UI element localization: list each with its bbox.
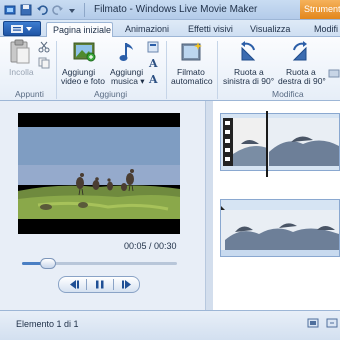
music-note-icon [119, 43, 133, 61]
ribbon-separator [56, 41, 57, 99]
next-frame-icon[interactable] [114, 278, 140, 291]
rotate-right-label-line2: destra di 90° [278, 76, 326, 86]
ribbon-tab-row: Pagina iniziale Animazioni Effetti visiv… [0, 20, 340, 37]
tab-video-tools[interactable]: Strumenti video [300, 0, 340, 19]
video-clip[interactable] [220, 199, 340, 257]
copy-icon[interactable] [38, 57, 50, 69]
storyboard [213, 101, 340, 310]
zoom-icon[interactable] [326, 317, 338, 329]
credits-text-icon[interactable]: A [147, 73, 159, 85]
tab-edit[interactable]: Modifi [314, 22, 338, 37]
save-icon[interactable] [20, 4, 32, 16]
remove-icon[interactable] [328, 67, 340, 79]
add-video-label-line2: video e foto [61, 76, 105, 86]
app-icon [4, 5, 16, 15]
group-label-edit: Modifica [272, 89, 304, 99]
paste-icon [10, 39, 30, 64]
storyboard-view-icon[interactable] [307, 317, 319, 329]
video-clip-thumbnails [221, 114, 339, 170]
ribbon-separator [166, 41, 167, 99]
tab-home[interactable]: Pagina iniziale [46, 22, 113, 37]
automovie-icon [181, 42, 202, 61]
paste-label: Incolla [9, 67, 34, 77]
status-bar: Elemento 1 di 1 [0, 310, 340, 340]
ribbon: Incolla Appunti Aggiungi video e foto Ag… [0, 37, 340, 101]
previous-frame-icon[interactable] [61, 278, 87, 291]
file-menu-icon [11, 25, 32, 33]
window-title: Filmato - Windows Live Movie Maker [94, 4, 258, 15]
status-item-count: Elemento 1 di 1 [16, 319, 79, 329]
svg-text:A: A [148, 73, 158, 85]
undo-icon[interactable] [36, 4, 48, 16]
seek-thumb[interactable] [40, 258, 57, 269]
preview-pane: 00:05 / 00:30 [0, 101, 205, 310]
automovie-label-line2: automatico [171, 76, 213, 86]
workspace: 00:05 / 00:30 [0, 101, 340, 310]
cut-icon[interactable] [38, 41, 50, 53]
caption-text-icon[interactable]: A [147, 57, 159, 69]
tab-visual-effects[interactable]: Effetti visivi [188, 22, 233, 37]
rotate-left-icon [241, 41, 256, 61]
timeline-playhead[interactable] [266, 111, 268, 177]
qat-dropdown-icon[interactable] [68, 4, 76, 16]
video-preview[interactable] [18, 113, 180, 234]
tab-animations[interactable]: Animazioni [125, 22, 169, 37]
video-clip-thumbnails [221, 200, 339, 256]
playback-controls [58, 276, 140, 293]
add-music-label-line2: musica ▾ [111, 76, 145, 86]
rotate-right-icon [292, 41, 307, 61]
video-frame-image [18, 113, 180, 234]
playback-time: 00:05 / 00:30 [124, 241, 177, 251]
file-menu-button[interactable] [3, 21, 41, 36]
ribbon-separator [217, 41, 218, 99]
video-clip[interactable] [220, 113, 340, 171]
group-label-add: Aggiungi [94, 89, 128, 99]
pause-icon[interactable] [87, 278, 113, 291]
svg-text:A: A [148, 57, 158, 69]
group-label-clipboard: Appunti [15, 89, 44, 99]
title-bar: Filmato - Windows Live Movie Maker Strum… [0, 0, 340, 20]
redo-icon[interactable] [52, 4, 64, 16]
tab-view[interactable]: Visualizza [250, 22, 290, 37]
add-title-icon[interactable] [147, 41, 159, 53]
pane-splitter[interactable] [205, 101, 213, 310]
rotate-left-label-line2: sinistra di 90° [223, 76, 275, 86]
add-video-photo-icon [73, 42, 96, 62]
